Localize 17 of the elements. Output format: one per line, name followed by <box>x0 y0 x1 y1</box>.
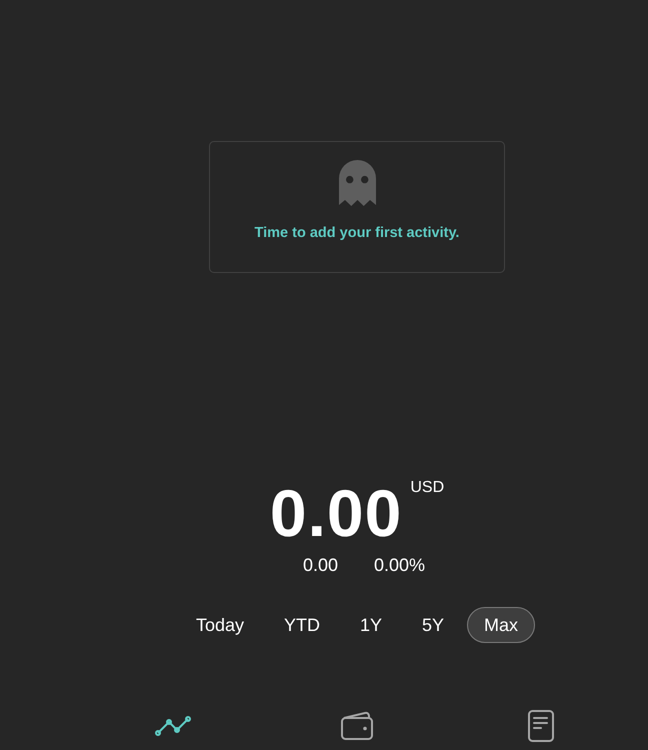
range-tab[interactable]: 5Y <box>405 607 462 643</box>
change-percent: 0.00% <box>374 556 426 574</box>
range-tab[interactable]: Max <box>467 607 536 643</box>
line-chart-icon <box>155 716 191 736</box>
currency-label: USD <box>410 480 444 496</box>
range-tab[interactable]: 1Y <box>342 607 400 643</box>
nav-tab[interactable] <box>526 708 556 744</box>
empty-state-message: Time to add your first activity. <box>254 225 460 241</box>
portfolio-value: 0.00 <box>270 480 402 546</box>
document-icon <box>528 710 554 742</box>
range-tab[interactable]: YTD <box>266 607 337 643</box>
change-amount: 0.00 <box>302 556 338 574</box>
ghost-icon <box>338 160 376 206</box>
wallet-icon <box>341 711 373 741</box>
range-tab[interactable]: Today <box>178 607 261 643</box>
nav-tab[interactable] <box>153 714 193 738</box>
nav-tab[interactable] <box>339 709 375 743</box>
